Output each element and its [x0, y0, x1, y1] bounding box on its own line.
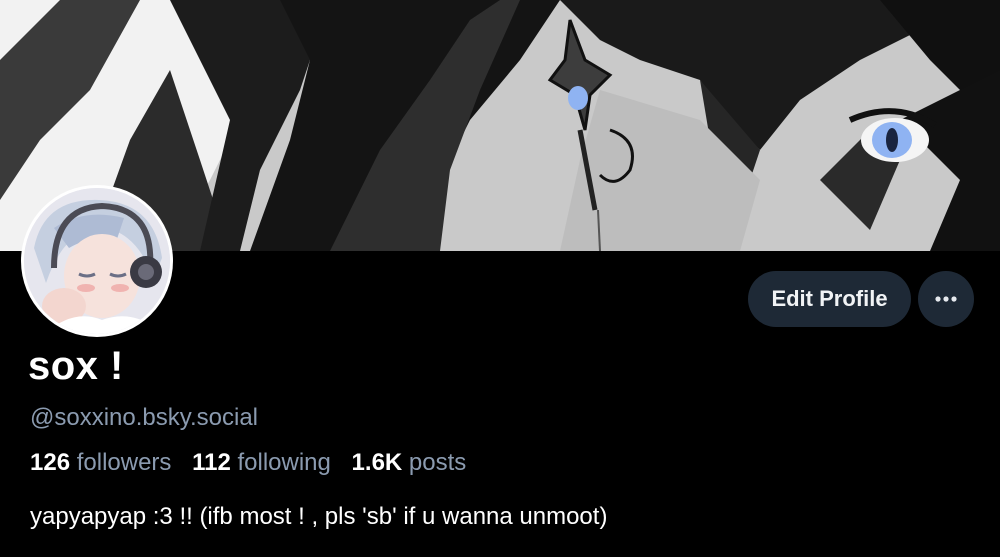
ellipsis-icon [935, 296, 957, 302]
posts-count: 1.6K [351, 449, 403, 476]
following-count: 112 [192, 449, 231, 476]
followers-count: 126 [30, 449, 71, 476]
profile-bio: yapyapyap :3 !! (ifb most ! , pls 'sb' i… [30, 503, 608, 530]
avatar[interactable] [21, 185, 173, 337]
following-label: following [237, 449, 331, 476]
profile-stats: 126 followers 112 following 1.6K posts [30, 449, 480, 477]
avatar-image [24, 188, 170, 334]
display-name: sox ! [28, 344, 124, 388]
following-stat[interactable]: 112 following [192, 449, 337, 476]
edit-profile-button[interactable]: Edit Profile [748, 271, 911, 327]
posts-label: posts [408, 449, 467, 476]
followers-stat[interactable]: 126 followers [30, 449, 178, 476]
more-options-button[interactable] [918, 271, 974, 327]
posts-stat: 1.6K posts [352, 449, 467, 476]
profile-handle[interactable]: @soxxino.bsky.social [30, 404, 258, 432]
followers-label: followers [76, 449, 172, 476]
